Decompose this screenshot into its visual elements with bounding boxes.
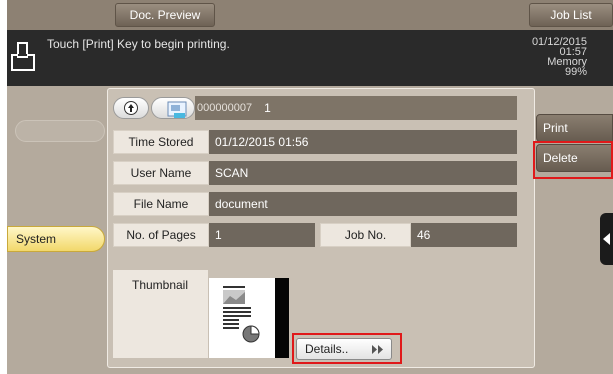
document-id-bar: 000000007 1 <box>195 96 517 120</box>
status-panel: 01/12/2015 01:57 Memory 99% <box>532 37 587 78</box>
time-stored-value: 01/12/2015 01:56 <box>209 130 517 154</box>
status-message: Touch [Print] Key to begin printing. <box>47 37 230 51</box>
file-name-value: document <box>209 192 517 216</box>
document-thumbnail <box>209 278 289 358</box>
job-list-tab[interactable]: Job List <box>529 3 613 27</box>
file-name-label: File Name <box>113 192 209 216</box>
scan-document-icon <box>167 101 187 118</box>
details-highlight-frame <box>292 333 402 364</box>
thumbnail-black-edge <box>275 278 289 358</box>
job-no-value: 46 <box>411 223 517 247</box>
up-arrow-icon <box>124 101 138 115</box>
system-tab[interactable]: System <box>7 226 105 252</box>
printer-icon <box>11 42 35 71</box>
pages-value: 1 <box>209 223 315 247</box>
up-folder-button[interactable] <box>113 97 149 119</box>
screen: Doc. Preview Job List Touch [Print] Key … <box>7 0 613 374</box>
document-count: 1 <box>264 101 271 115</box>
delete-highlight-frame <box>533 141 613 179</box>
top-bar: Doc. Preview Job List <box>7 0 613 30</box>
document-preview-icon <box>151 97 195 119</box>
message-bar: Touch [Print] Key to begin printing. 01/… <box>7 30 613 86</box>
job-no-label: Job No. <box>320 223 411 247</box>
document-number: 000000007 <box>197 102 253 114</box>
left-nav-placeholder <box>15 120 105 142</box>
time-stored-label: Time Stored <box>113 130 209 154</box>
user-name-label: User Name <box>113 161 209 185</box>
side-panel-toggle[interactable] <box>600 213 613 265</box>
print-button[interactable]: Print <box>536 114 613 142</box>
pages-label: No. of Pages <box>113 223 209 247</box>
doc-preview-tab[interactable]: Doc. Preview <box>115 3 215 27</box>
chevron-left-icon <box>603 233 610 245</box>
thumbnail-page-image <box>223 286 260 343</box>
thumbnail-label: Thumbnail <box>131 278 189 292</box>
user-name-value: SCAN <box>209 161 517 185</box>
memory-value: 99% <box>564 66 587 78</box>
